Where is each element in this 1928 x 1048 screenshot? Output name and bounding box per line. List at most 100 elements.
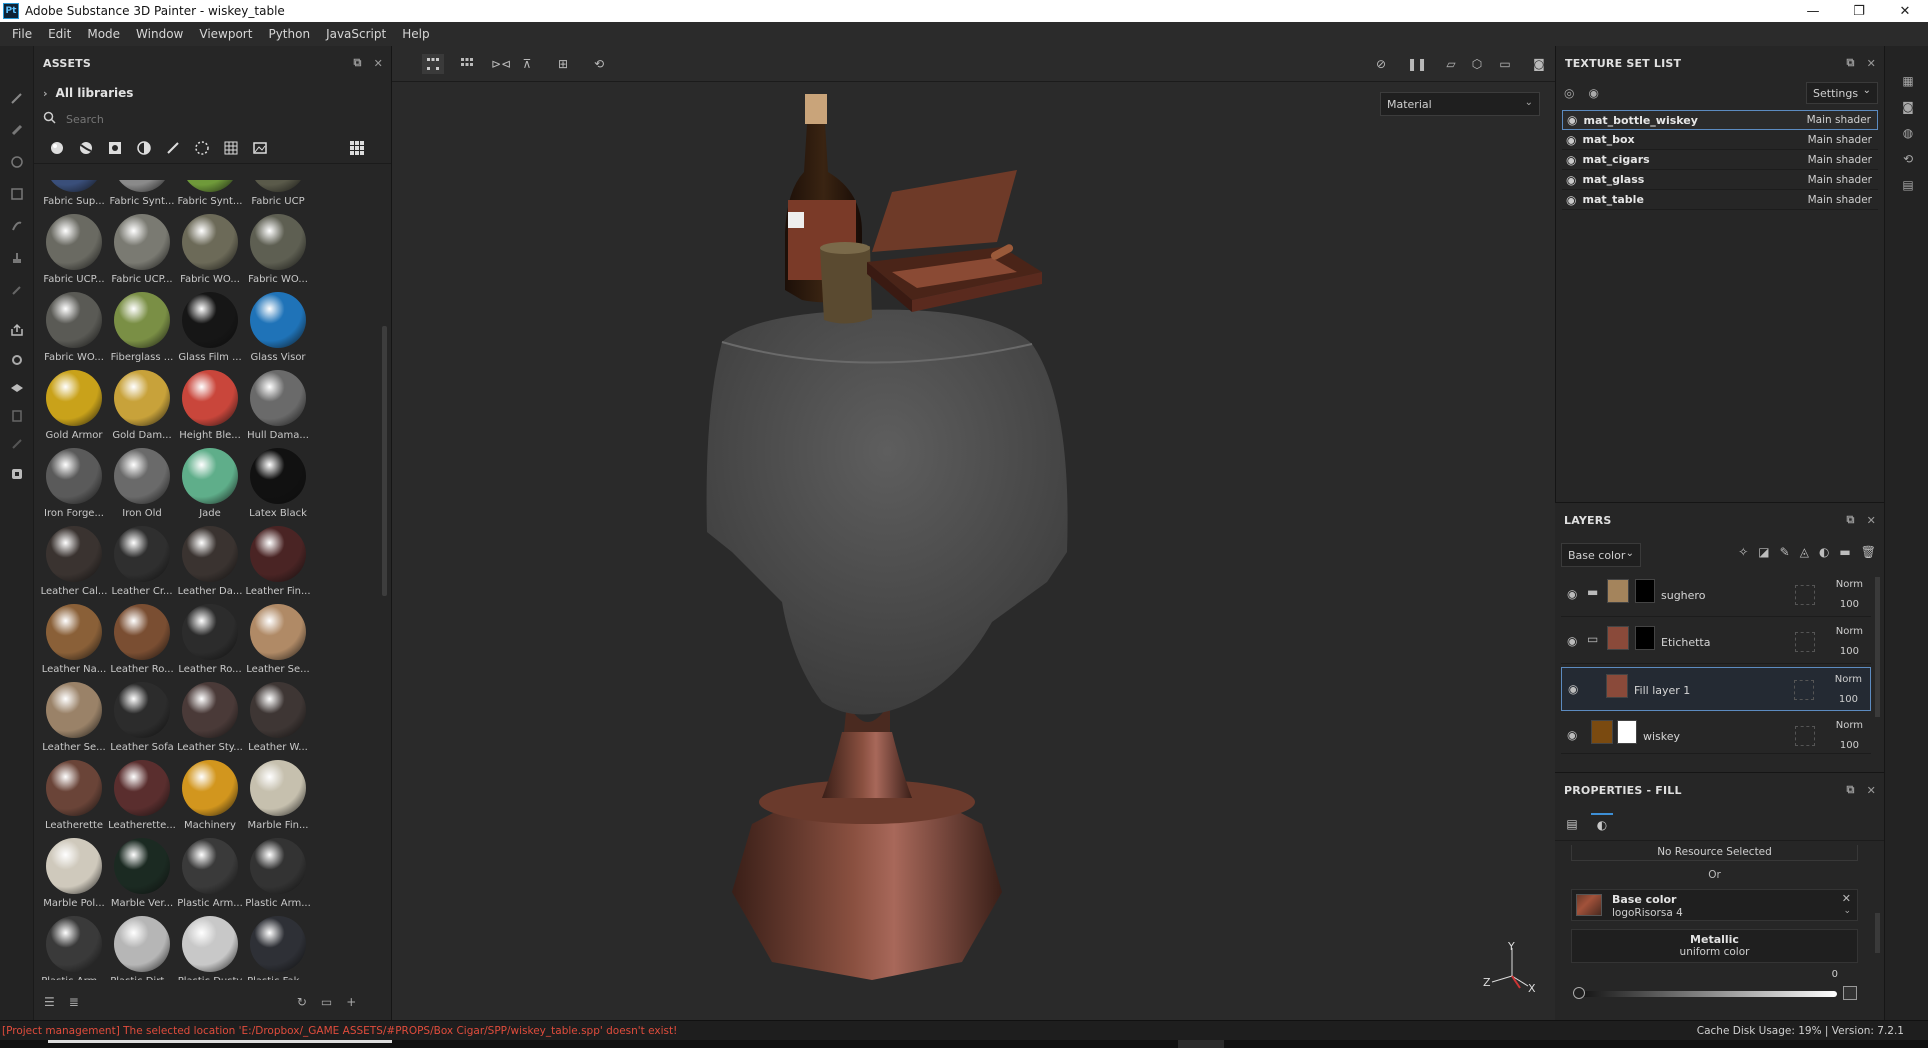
asset-thumbnail[interactable]: Leather Da...: [176, 526, 244, 604]
asset-thumbnail[interactable]: Leather Ro...: [108, 604, 176, 682]
asset-thumbnail[interactable]: Leather Sty...: [176, 682, 244, 760]
asset-thumbnail[interactable]: Plastic Arm...: [176, 838, 244, 916]
asset-thumbnail[interactable]: Leather Se...: [244, 604, 312, 682]
asset-thumbnail[interactable]: Fabric Synt...: [108, 180, 176, 214]
layer-opacity[interactable]: 100: [1840, 646, 1859, 657]
layer-row[interactable]: ◉ ▬ sughero Norm 100: [1561, 573, 1871, 617]
menu-python[interactable]: Python: [260, 22, 318, 46]
asset-thumbnail[interactable]: Glass Film ...: [176, 292, 244, 370]
layer-name[interactable]: wiskey: [1643, 730, 1680, 743]
minimize-button[interactable]: —: [1790, 0, 1836, 22]
eye-icon[interactable]: ◉: [1568, 682, 1578, 696]
blend-mode[interactable]: Norm: [1835, 674, 1862, 685]
log-icon[interactable]: ▤: [1899, 176, 1917, 194]
asset-thumbnail[interactable]: Fabric WO...: [176, 214, 244, 292]
menu-edit[interactable]: Edit: [40, 22, 79, 46]
smudge-icon[interactable]: [9, 218, 25, 234]
texture-set-row[interactable]: ◉ mat_table Main shader: [1562, 190, 1878, 210]
shader-settings-icon[interactable]: ◍: [1899, 124, 1917, 142]
mirror-x-icon[interactable]: ⊳⊲: [490, 54, 512, 74]
add-fill-layer-icon[interactable]: ◬: [1800, 545, 1809, 559]
layer-effect-slot[interactable]: [1794, 680, 1814, 700]
color-picker-icon[interactable]: [9, 282, 25, 298]
blend-mode[interactable]: Norm: [1836, 626, 1863, 637]
assets-scrollbar[interactable]: [382, 326, 387, 596]
add-folder-icon[interactable]: ▬: [1839, 545, 1850, 559]
masks-filter-icon[interactable]: [106, 139, 124, 157]
menu-help[interactable]: Help: [394, 22, 437, 46]
asset-thumbnail[interactable]: Leather Cr...: [108, 526, 176, 604]
add-frame-icon[interactable]: ⊞: [552, 54, 574, 74]
texture-set-shader[interactable]: Main shader: [1808, 194, 1872, 206]
clone-stamp-icon[interactable]: [9, 250, 25, 266]
asset-thumbnail[interactable]: Leather W...: [244, 682, 312, 760]
metallic-value[interactable]: 0: [1832, 969, 1838, 980]
metallic-channel[interactable]: Metallic uniform color: [1571, 929, 1858, 963]
search-input[interactable]: [66, 112, 346, 126]
add-paint-layer-icon[interactable]: ✎: [1780, 545, 1790, 559]
asset-thumbnail[interactable]: Marble Pol...: [40, 838, 108, 916]
layer-effect-slot[interactable]: [1795, 632, 1815, 652]
projection-icon[interactable]: [9, 154, 25, 170]
texture-set-row[interactable]: ◉ mat_cigars Main shader: [1562, 150, 1878, 170]
chevron-down-icon[interactable]: ⌄: [1843, 906, 1851, 916]
smart-masks-filter-icon[interactable]: [135, 139, 153, 157]
asset-thumbnail[interactable]: Marble Fin...: [244, 760, 312, 838]
library-tree-item[interactable]: › All libraries: [34, 80, 391, 106]
texture-set-row[interactable]: ◉ mat_glass Main shader: [1562, 170, 1878, 190]
eye-icon[interactable]: ◉: [1567, 587, 1577, 601]
menu-file[interactable]: File: [4, 22, 40, 46]
texture-set-row[interactable]: ◉ mat_bottle_wiskey Main shader: [1562, 110, 1878, 130]
layer-name[interactable]: Fill layer 1: [1634, 684, 1690, 697]
brushes-filter-icon[interactable]: [164, 139, 182, 157]
asset-thumbnail[interactable]: Gold Dam...: [108, 370, 176, 448]
asset-thumbnail[interactable]: Fabric WO...: [40, 292, 108, 370]
sync-view-icon[interactable]: [422, 54, 444, 74]
asset-thumbnail[interactable]: Marble Ver...: [108, 838, 176, 916]
slider-reset-icon[interactable]: [1843, 986, 1857, 1000]
grid-view-icon[interactable]: [348, 139, 366, 157]
fill-settings-tab-icon[interactable]: ▤: [1561, 813, 1583, 835]
asset-thumbnail[interactable]: Machinery: [176, 760, 244, 838]
eye-icon[interactable]: ◉: [1566, 193, 1576, 207]
menu-viewport[interactable]: Viewport: [191, 22, 260, 46]
mirror-y-icon[interactable]: ⊼: [516, 54, 538, 74]
base-color-channel[interactable]: Base color logoRisorsa 4 ✕ ⌄: [1571, 889, 1858, 921]
texture-set-shader[interactable]: Main shader: [1808, 174, 1872, 186]
asset-thumbnail[interactable]: Jade: [176, 448, 244, 526]
materials-filter-icon[interactable]: [48, 139, 66, 157]
menu-window[interactable]: Window: [128, 22, 191, 46]
layer-opacity[interactable]: 100: [1840, 740, 1859, 751]
settings-dropdown[interactable]: Settings ⌄: [1806, 82, 1878, 104]
history-icon[interactable]: ⟲: [1899, 150, 1917, 168]
reset-view-icon[interactable]: ⟲: [588, 54, 610, 74]
asset-thumbnail[interactable]: Plastic Dirt...: [108, 916, 176, 980]
settings-gear-icon[interactable]: [9, 352, 25, 368]
properties-scrollbar[interactable]: [1875, 913, 1880, 953]
taskbar-item[interactable]: [48, 1040, 392, 1043]
asset-thumbnail[interactable]: Leather Ro...: [176, 604, 244, 682]
alphas-filter-icon[interactable]: [193, 139, 211, 157]
asset-thumbnail[interactable]: Leather Sofa: [108, 682, 176, 760]
texture-set-shader[interactable]: Main shader: [1808, 154, 1872, 166]
asset-thumbnail[interactable]: Plastic Arm...: [40, 916, 108, 980]
paint-brush-icon[interactable]: [9, 90, 25, 106]
float-panel-icon[interactable]: ⧉: [1847, 513, 1855, 527]
asset-thumbnail[interactable]: Leather Cal...: [40, 526, 108, 604]
add-effect-icon[interactable]: ✧: [1738, 545, 1748, 559]
blend-mode[interactable]: Norm: [1836, 720, 1863, 731]
eye-icon[interactable]: ◉: [1567, 728, 1577, 742]
asset-thumbnail[interactable]: Fabric UCP...: [40, 214, 108, 292]
metallic-slider[interactable]: [1577, 991, 1837, 997]
float-panel-icon[interactable]: ⧉: [1847, 783, 1855, 797]
layer-opacity[interactable]: 100: [1839, 694, 1858, 705]
asset-thumbnail[interactable]: Fabric WO...: [244, 214, 312, 292]
metallic-slider-handle[interactable]: [1573, 987, 1585, 999]
asset-thumbnail[interactable]: Latex Black: [244, 448, 312, 526]
camera-icon[interactable]: ▭: [1494, 54, 1516, 74]
taskbar-item[interactable]: [1178, 1040, 1224, 1048]
layer-row[interactable]: ◉ ▭ Etichetta Norm 100: [1561, 620, 1871, 664]
smart-materials-filter-icon[interactable]: [77, 139, 95, 157]
layer-row[interactable]: ◉ wiskey Norm 100: [1561, 714, 1871, 754]
material-tab-icon[interactable]: ◐: [1591, 812, 1613, 835]
